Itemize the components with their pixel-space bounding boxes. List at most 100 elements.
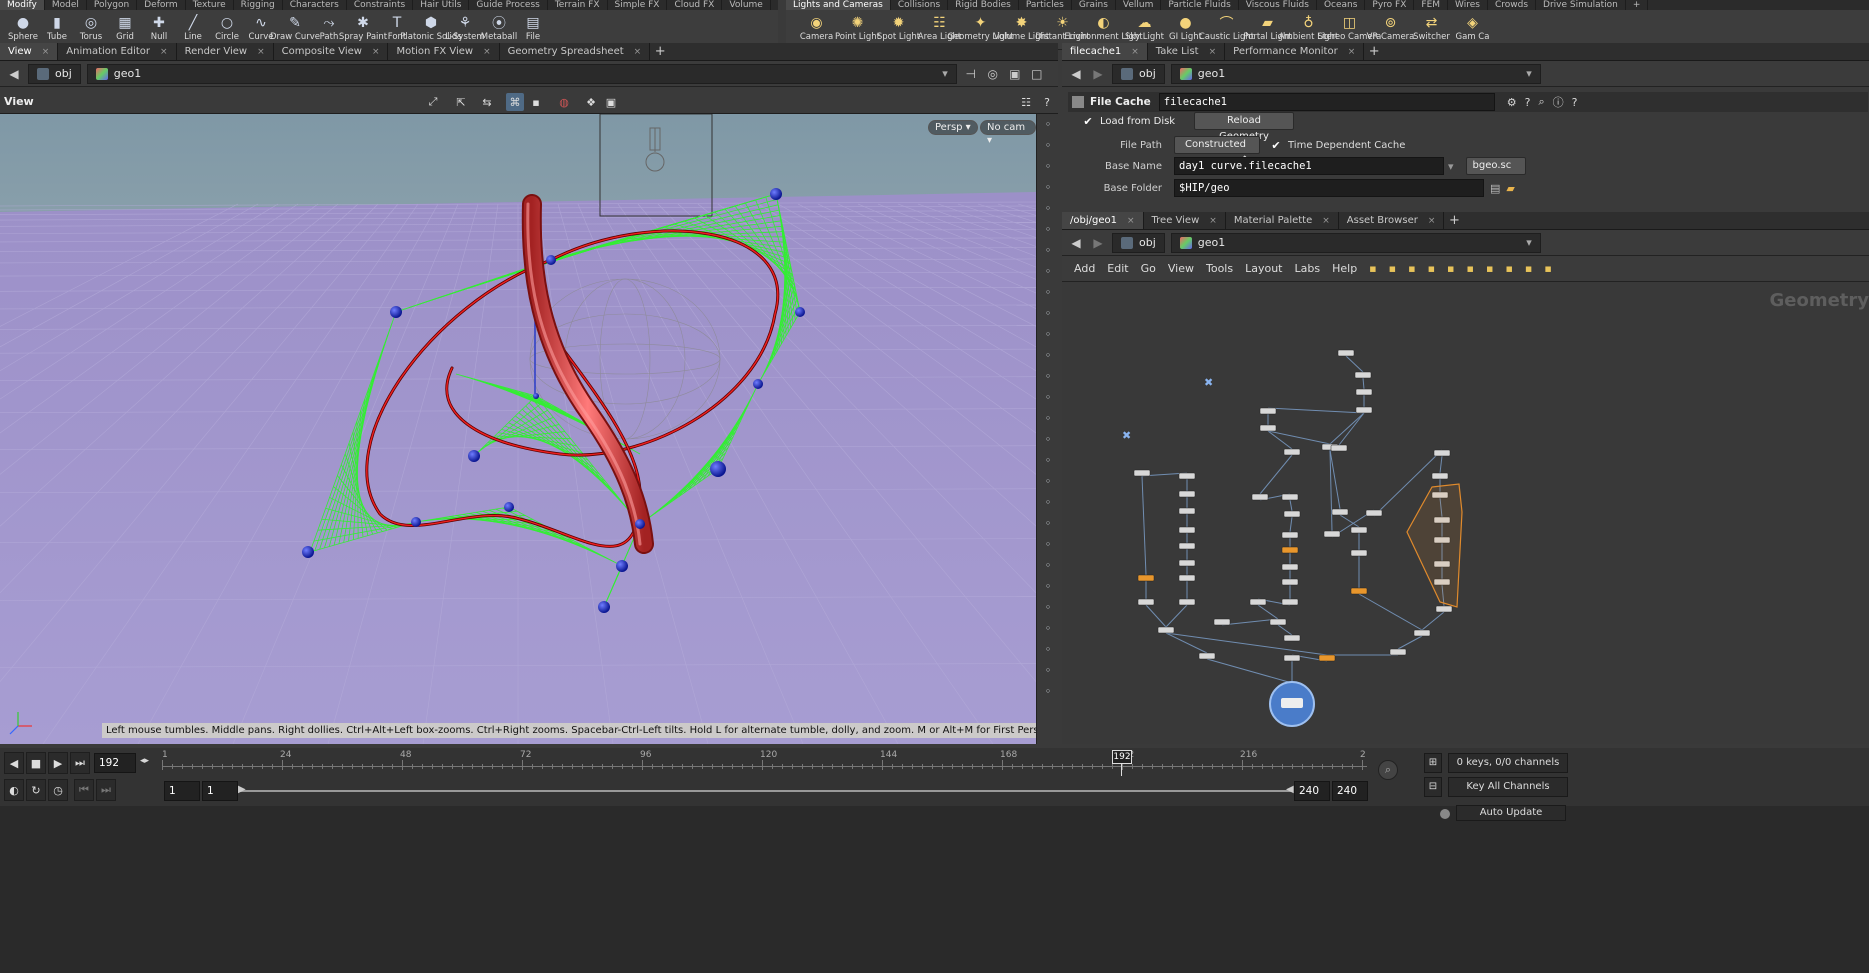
shelf-tab-volume[interactable]: Volume (722, 0, 771, 10)
control-point-sphere[interactable] (753, 379, 763, 389)
display-icon[interactable]: ◦ (1037, 135, 1059, 156)
close-icon[interactable]: × (42, 43, 50, 60)
ghost-icon[interactable]: ❖ (582, 93, 600, 111)
shelf-tab-crowds[interactable]: Crowds (1488, 0, 1537, 10)
step-arrows-icon[interactable]: ◂▸ (140, 756, 149, 766)
param-crumb-node[interactable]: geo1 ▾ (1170, 63, 1541, 84)
pane-tab-take-list[interactable]: Take List × (1148, 43, 1226, 60)
control-point-sphere[interactable] (504, 502, 514, 512)
tool-torus[interactable]: ◎ Torus (74, 10, 108, 42)
close-icon[interactable]: × (1322, 212, 1330, 229)
shelf-tab-wires[interactable]: Wires (1448, 0, 1488, 10)
paint-icon[interactable]: ◦ (1037, 450, 1059, 471)
control-point-sphere[interactable] (302, 546, 314, 558)
link-icon[interactable]: ◎ (985, 67, 1001, 81)
pointer-icon[interactable]: ◦ (1037, 576, 1059, 597)
network-node[interactable] (1178, 507, 1196, 515)
pane-tab-render-view[interactable]: Render View × (177, 43, 274, 60)
menu-labs[interactable]: Labs (1295, 262, 1321, 275)
network-node[interactable] (1137, 574, 1155, 582)
shelf-tab-hair-utils[interactable]: Hair Utils (413, 0, 470, 10)
shelf-tab-lights-and-cameras[interactable]: Lights and Cameras (786, 0, 891, 10)
help-icon[interactable]: ? (1525, 96, 1531, 109)
tool-circle[interactable]: ○ Circle (210, 10, 244, 42)
time-dependent-checkbox[interactable]: ✔ (1270, 139, 1282, 152)
dot-icon[interactable]: ◦ (1037, 345, 1059, 366)
tool-line[interactable]: ╱ Line (176, 10, 210, 42)
network-node[interactable] (1283, 654, 1301, 662)
close-icon[interactable]: × (483, 43, 491, 60)
shelf-tab-collisions[interactable]: Collisions (891, 0, 949, 10)
folder-browse-icon[interactable]: ▤ (1490, 182, 1500, 195)
close-icon[interactable]: × (372, 43, 380, 60)
pane-tab-filecache1[interactable]: filecache1 × (1062, 43, 1148, 60)
search-icon[interactable]: ▪ (1544, 262, 1551, 275)
shelf-tab-terrain-fx[interactable]: Terrain FX (548, 0, 608, 10)
network-node[interactable] (1251, 493, 1269, 501)
tool-point-light[interactable]: ✺ Point Light (835, 10, 880, 42)
network-node[interactable] (1283, 634, 1301, 642)
tree-icon[interactable]: ▪ (1389, 262, 1396, 275)
network-node[interactable] (1355, 388, 1373, 396)
note-icon[interactable]: ▪ (1486, 262, 1493, 275)
shelf-tab-simple-fx[interactable]: Simple FX (608, 0, 668, 10)
tool-tube[interactable]: ▮ Tube (40, 10, 74, 42)
fps-toggle-icon[interactable]: ◷ (48, 779, 68, 801)
param-crumb-root[interactable]: obj (1112, 63, 1165, 84)
control-point-sphere[interactable] (710, 461, 726, 477)
table-icon[interactable]: ▪ (1447, 262, 1454, 275)
render-region-icon[interactable]: ▣ (602, 93, 620, 111)
tool-sky-light[interactable]: ☁ Sky Light (1124, 10, 1165, 42)
layout-icon[interactable]: ▣ (1007, 67, 1023, 81)
viewport-settings-icon[interactable]: ☷ (1017, 93, 1035, 111)
net-crumb-root[interactable]: obj (1112, 232, 1165, 253)
tool-camera[interactable]: ◉ Camera (796, 10, 837, 42)
tool-environment-light[interactable]: ◐ Environment Light (1064, 10, 1142, 42)
shelf-tab-texture[interactable]: Texture (186, 0, 234, 10)
param-path-dropdown-icon[interactable]: ▾ (1526, 67, 1532, 80)
camera-dropdown[interactable]: No cam ▾ (980, 120, 1036, 146)
chevron-down-icon[interactable]: ◦ (1037, 681, 1059, 702)
tool-draw-curve[interactable]: ✎ Draw Curve (270, 10, 320, 42)
network-node[interactable] (1331, 508, 1349, 516)
network-node[interactable] (1269, 618, 1287, 626)
pane-tab-animation-editor[interactable]: Animation Editor × (58, 43, 177, 60)
play-reverse-button[interactable]: ◀ (4, 752, 24, 774)
net-path-dropdown-icon[interactable]: ▾ (1526, 236, 1532, 249)
network-node[interactable] (1178, 472, 1196, 480)
shelf-tab-characters[interactable]: Characters (283, 0, 347, 10)
maximize-icon[interactable]: □ (1029, 67, 1045, 81)
realtime-toggle-icon[interactable]: ◐ (4, 779, 24, 801)
lock-icon[interactable]: ◦ (1037, 156, 1059, 177)
3d-viewport[interactable]: Persp ▾ No cam ▾ Left mouse tumbles. Mid… (0, 114, 1036, 744)
control-point-sphere[interactable] (635, 519, 645, 529)
network-node[interactable] (1133, 469, 1151, 477)
snapping-icon[interactable]: ⌘ (506, 93, 524, 111)
menu-layout[interactable]: Layout (1245, 262, 1282, 275)
shelf-tab-model[interactable]: Model (45, 0, 87, 10)
shelf-tab-rigging[interactable]: Rigging (234, 0, 283, 10)
current-frame-field[interactable]: 192 (94, 753, 136, 773)
tool-metaball[interactable]: ⦿ Metaball (481, 10, 517, 42)
playback-start-field[interactable]: 1 (202, 781, 238, 801)
menu-edit[interactable]: Edit (1107, 262, 1128, 275)
path-crumb-node[interactable]: geo1 ▾ (86, 63, 957, 84)
node-name-field[interactable]: filecache1 (1158, 93, 1495, 111)
network-node[interactable] (1157, 626, 1175, 634)
tool-l-system[interactable]: ⚘ L-System (445, 10, 484, 42)
subnet-node-icon[interactable]: ✖ (1122, 429, 1131, 442)
pencil-icon[interactable]: ◦ (1037, 366, 1059, 387)
list-icon[interactable]: ▪ (1408, 262, 1415, 275)
shelf-tab-guide-process[interactable]: Guide Process (469, 0, 548, 10)
close-icon[interactable]: × (160, 43, 168, 60)
tool-stereo-camera[interactable]: ◫ Stereo Camera (1318, 10, 1382, 42)
shelf-tab-particles[interactable]: Particles (1019, 0, 1072, 10)
network-node[interactable] (1198, 652, 1216, 660)
network-node[interactable] (1323, 530, 1341, 538)
network-node[interactable] (1433, 449, 1451, 457)
network-node[interactable] (1178, 559, 1196, 567)
light-icon[interactable]: ◦ (1037, 219, 1059, 240)
snap-icon[interactable]: ◦ (1037, 492, 1059, 513)
network-node[interactable] (1413, 629, 1431, 637)
network-node[interactable] (1330, 444, 1348, 452)
